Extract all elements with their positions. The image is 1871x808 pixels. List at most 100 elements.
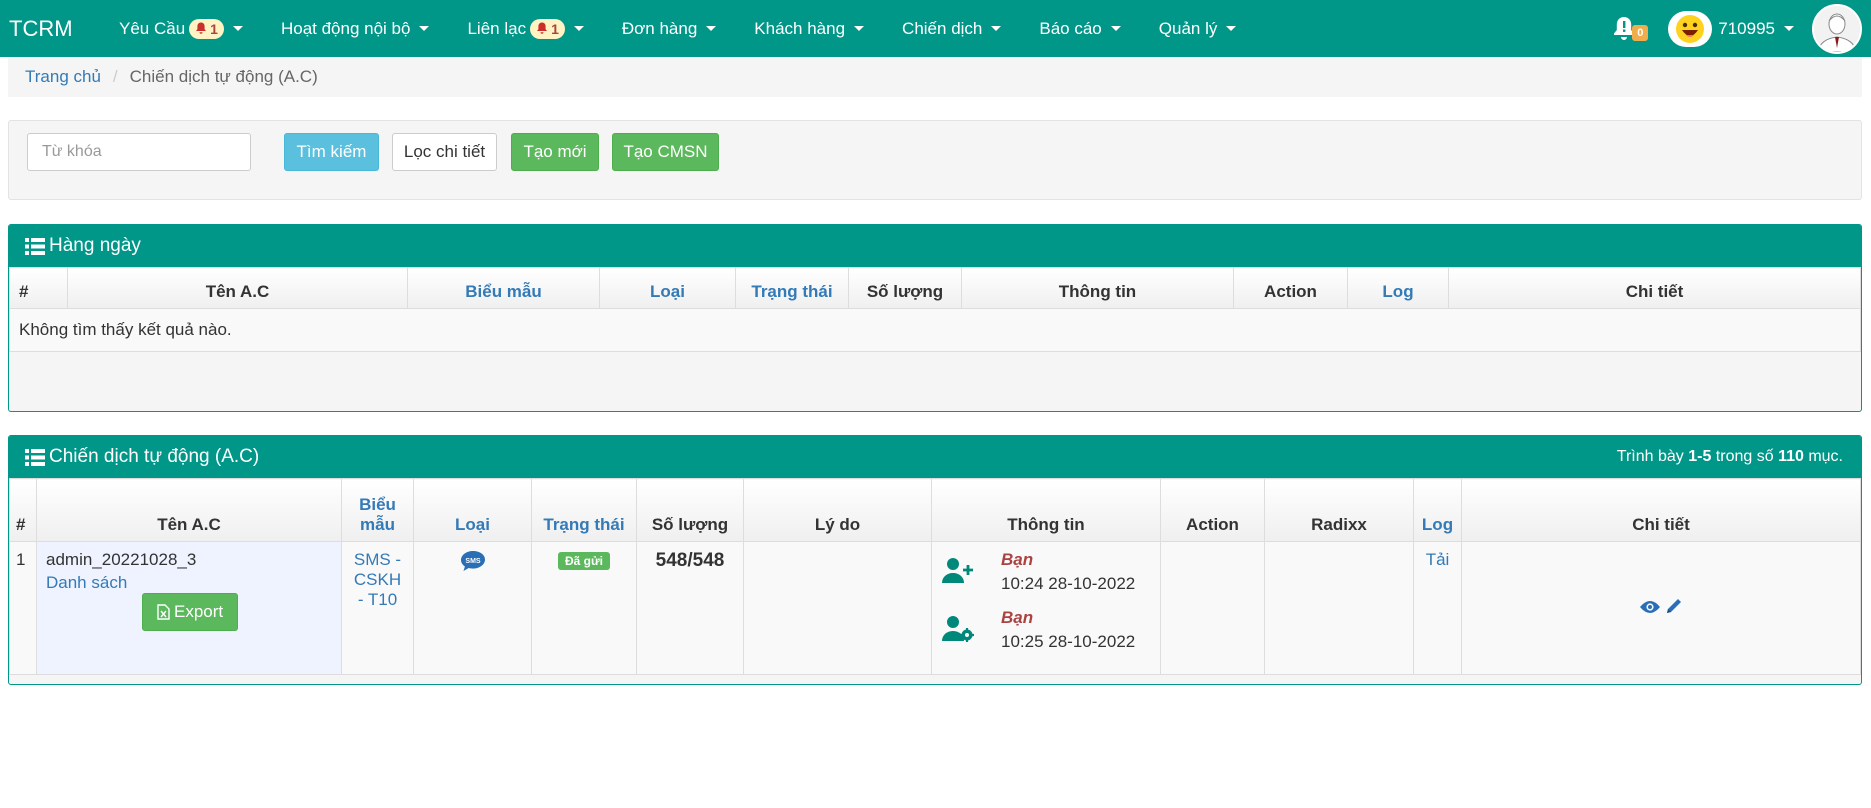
reason-cell [743,541,932,675]
user-menu[interactable]: 710995 [1718,19,1794,39]
search-button[interactable]: Tìm kiếm [284,133,379,171]
updated-by: Bạn [1001,608,1034,627]
create-new-button[interactable]: Tạo mới [511,133,599,171]
log-download-link[interactable]: Tải [1426,550,1450,569]
detail-cell [1461,541,1861,675]
table-row: Không tìm thấy kết quả nào. [9,308,1861,352]
menu-label: Đơn hàng [621,18,698,38]
alert-button[interactable]: 0 [1612,9,1656,49]
daily-panel: Hàng ngày # Tên A.C Biểu mẫu Loại Trạng … [8,224,1862,412]
quantity-cell: 548/548 [636,541,744,675]
table-row: 1 admin_20221028_3 Danh sách Export SMS … [9,541,1861,675]
col-log-sort[interactable]: Log [1347,267,1449,309]
panel-title: Hàng ngày [49,235,141,256]
info-created: Bạn 10:24 28-10-2022 [941,550,1151,594]
bell-icon [196,22,207,34]
caret-down-icon [232,26,243,31]
pagination-summary: Trình bày 1-5 trong số 110 mục. [1617,448,1843,466]
profile-avatar[interactable] [1812,3,1862,54]
created-time: 10:24 28-10-2022 [1001,574,1136,593]
excel-file-icon [157,604,170,620]
template-link[interactable]: SMS - CSKH - T10 [341,541,414,675]
badge-count: 1 [210,20,218,37]
main-menu: Yêu Cầu 1 Hoạt động nội bộ Liên lạc 1 Đơ… [100,0,1255,57]
col-log-sort[interactable]: Log [1413,478,1462,542]
person-avatar-icon [1814,5,1860,52]
col-type-sort[interactable]: Loại [599,267,736,309]
menu-khach-hang[interactable]: Khách hàng [735,0,883,57]
summary-total: 110 [1778,448,1804,465]
create-cmsn-button[interactable]: Tạo CMSN [612,133,719,171]
daily-panel-heading: Hàng ngày [9,225,1861,267]
auto-campaign-table: # Tên A.C Biểu mẫu Loại Trạng thái Số lư… [9,478,1861,675]
breadcrumb-home[interactable]: Trang chủ [25,67,101,87]
col-template-sort[interactable]: Biểu mẫu [341,478,414,542]
col-quantity: Số lượng [636,478,744,542]
list-icon [25,237,45,255]
summary-prefix: Trình bày [1616,448,1684,465]
user-emoji-avatar[interactable] [1668,10,1713,47]
panel-title: Chiến dịch tự động (A.C) [49,446,260,467]
menu-quan-ly[interactable]: Quản lý [1140,0,1256,57]
col-reason: Lý do [743,478,932,542]
alert-count-badge: 0 [1632,24,1649,41]
menu-label: Báo cáo [1039,18,1102,38]
status-cell: Đã gửi [531,541,637,675]
col-detail: Chi tiết [1461,478,1861,542]
menu-hoat-dong-noi-bo[interactable]: Hoạt động nội bộ [262,0,449,57]
info-updated: Bạn 10:25 28-10-2022 [941,608,1151,652]
menu-yeu-cau[interactable]: Yêu Cầu 1 [100,0,262,57]
bell-icon [537,22,548,34]
breadcrumb-separator: / [112,67,118,86]
menu-bao-cao[interactable]: Báo cáo [1020,0,1139,57]
menu-label: Quản lý [1158,18,1218,38]
navbar-right: 0 710995 [1612,0,1871,57]
status-badge: Đã gửi [557,552,611,570]
detail-filter-button[interactable]: Lọc chi tiết [392,133,497,171]
caret-down-icon [1110,26,1121,31]
export-label: Export [174,602,224,621]
menu-label: Khách hàng [754,18,846,38]
menu-label: Liên lạc [467,18,527,38]
caret-down-icon [706,26,717,31]
col-template-sort[interactable]: Biểu mẫu [407,267,600,309]
type-cell: SMS [413,541,532,675]
list-link[interactable]: Danh sách [46,573,332,593]
col-index: # [9,267,68,309]
auto-campaign-panel: Chiến dịch tự động (A.C) Trình bày 1-5 t… [8,435,1862,685]
badge-count: 1 [551,20,559,37]
col-type-sort[interactable]: Loại [413,478,532,542]
caret-down-icon [1784,26,1794,31]
keyword-search-input[interactable] [27,133,251,171]
col-status-sort[interactable]: Trạng thái [531,478,637,542]
pencil-icon[interactable] [1665,597,1683,615]
caret-down-icon [854,26,865,31]
brand-logo[interactable]: TCRM [0,16,100,42]
notification-badge: 1 [189,18,224,39]
caret-down-icon [991,26,1002,31]
username: 710995 [1718,18,1775,38]
col-quantity: Số lượng [848,267,962,309]
export-button[interactable]: Export [142,593,239,631]
col-ac-name: Tên A.C [67,267,408,309]
col-status-sort[interactable]: Trạng thái [735,267,849,309]
smiley-icon [1676,14,1705,43]
col-action: Action [1160,478,1265,542]
updated-time: 10:25 28-10-2022 [1001,632,1136,651]
row-index: 1 [9,541,37,675]
summary-mid: trong số [1715,448,1774,465]
summary-range: 1-5 [1688,448,1712,465]
col-index: # [9,478,37,542]
quantity-value: 548/548 [655,550,725,571]
menu-label: Hoạt động nội bộ [280,18,411,38]
sms-icon: SMS [460,551,485,571]
col-action: Action [1233,267,1348,309]
eye-icon[interactable] [1639,599,1661,615]
menu-lien-lac[interactable]: Liên lạc 1 [448,0,602,57]
notification-badge: 1 [530,18,565,39]
col-info: Thông tin [961,267,1234,309]
menu-label: Yêu Cầu [119,18,186,38]
menu-don-hang[interactable]: Đơn hàng [603,0,735,57]
menu-chien-dich[interactable]: Chiến dịch [883,0,1020,57]
col-radixx: Radixx [1264,478,1414,542]
